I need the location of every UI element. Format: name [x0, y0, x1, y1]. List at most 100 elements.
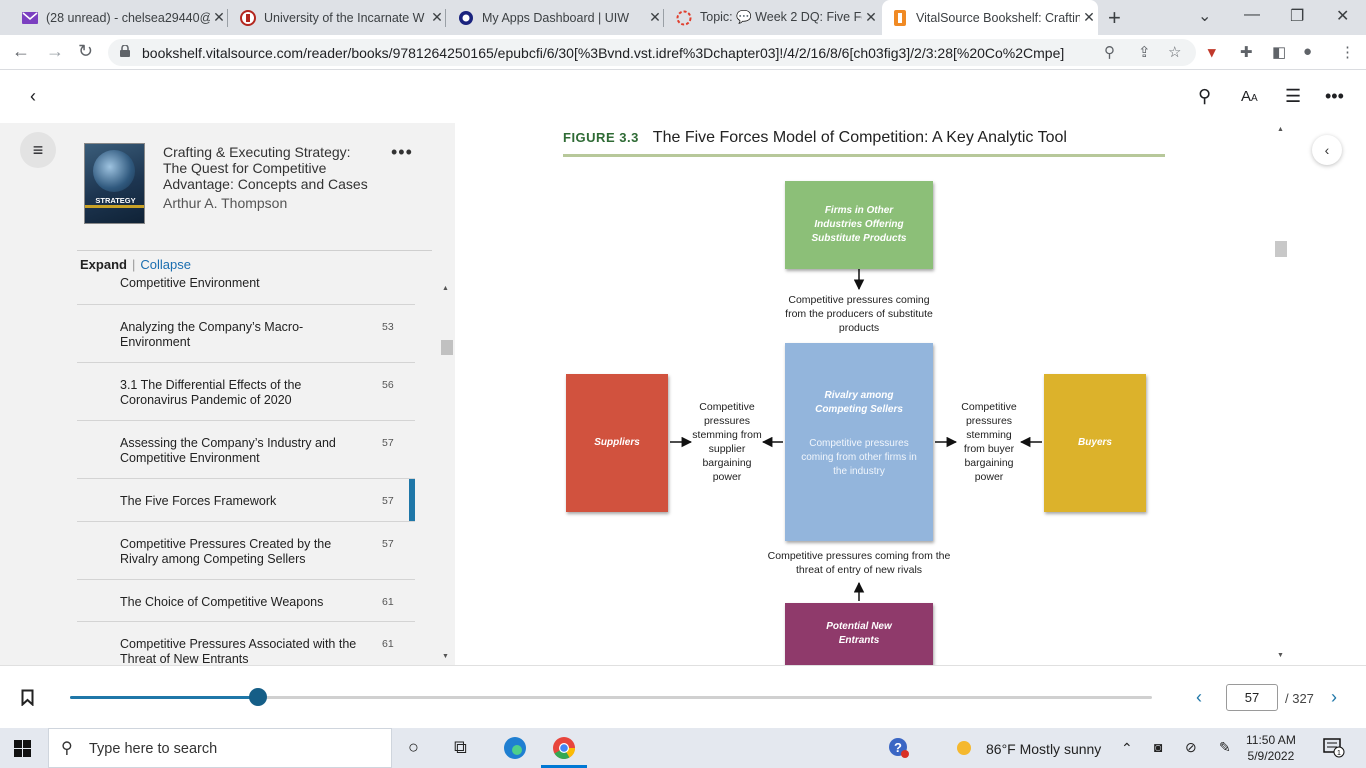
- toc-scrollbar[interactable]: ▲ ▼: [440, 283, 454, 665]
- toc-item[interactable]: 3.1 The Differential Effects of the Coro…: [77, 363, 415, 421]
- collapse-panel-button[interactable]: ‹: [1312, 135, 1342, 165]
- book-author: Arthur A. Thompson: [163, 195, 288, 211]
- svg-text:?: ?: [894, 740, 902, 755]
- scroll-up-icon[interactable]: ▲: [442, 285, 449, 292]
- book-more-icon[interactable]: •••: [391, 142, 413, 163]
- cortana-icon[interactable]: ○: [408, 737, 419, 758]
- help-icon[interactable]: ?: [888, 737, 910, 764]
- camera-icon[interactable]: ◙: [1154, 739, 1162, 755]
- chrome-icon[interactable]: [552, 736, 576, 765]
- vitalsource-icon: [892, 9, 908, 26]
- lock-icon: [120, 45, 130, 57]
- minimize-button[interactable]: —: [1244, 6, 1260, 24]
- buyer-pressure-label: Competitive pressures stemming from buye…: [961, 401, 1017, 483]
- toc-item[interactable]: Analyzing the Company’s Macro-Environmen…: [77, 305, 415, 363]
- uiw-icon: [240, 9, 256, 26]
- scroll-thumb[interactable]: [441, 340, 453, 355]
- windows-start-icon[interactable]: [14, 740, 31, 757]
- book-title: Crafting & Executing Strategy: The Quest…: [163, 144, 368, 192]
- menu-icon[interactable]: ≡: [20, 132, 56, 168]
- tab-vitalsource[interactable]: VitalSource Bookshelf: Craftin ✕: [882, 0, 1098, 35]
- clock[interactable]: 11:50 AM 5/9/2022: [1246, 732, 1296, 764]
- toc-item[interactable]: Assessing the Company’s Industry and Com…: [77, 421, 415, 479]
- page-number-input[interactable]: 57: [1226, 684, 1278, 711]
- toc-item[interactable]: The Choice of Competitive Weapons 61: [77, 580, 415, 622]
- reload-icon[interactable]: ↻: [78, 41, 93, 62]
- text-size-icon[interactable]: AA: [1241, 88, 1258, 105]
- extension-icon[interactable]: ▾: [1208, 43, 1216, 61]
- tab-gmail[interactable]: (28 unread) - chelsea29440@ ✕: [12, 0, 228, 35]
- toc-item[interactable]: Competitive Pressures Created by the Riv…: [77, 522, 415, 580]
- previous-page-icon[interactable]: ‹: [1196, 687, 1202, 708]
- back-icon[interactable]: ←: [12, 41, 30, 62]
- suppliers-box: Suppliers: [566, 374, 668, 512]
- globe-image: [93, 150, 135, 192]
- notifications-icon[interactable]: 1: [1323, 738, 1345, 763]
- collapse-button[interactable]: Collapse: [140, 257, 191, 272]
- divider: [77, 250, 432, 251]
- close-tab-icon[interactable]: ✕: [210, 9, 228, 26]
- scroll-up-icon[interactable]: ▲: [1277, 126, 1284, 133]
- close-tab-icon[interactable]: ✕: [1080, 9, 1098, 26]
- close-tab-icon[interactable]: ✕: [428, 9, 446, 26]
- chevron-up-icon[interactable]: ⌃: [1121, 740, 1133, 757]
- forward-icon[interactable]: →: [46, 41, 64, 62]
- tab-canvas-topic[interactable]: Topic: 💬 Week 2 DQ: Five Fo ✕: [666, 0, 880, 35]
- contents-sidebar: ≡ STRATEGY Crafting & Executing Strategy…: [0, 123, 455, 665]
- zoom-icon[interactable]: ⚲: [1104, 43, 1115, 61]
- search-icon[interactable]: ⚲: [1198, 86, 1211, 107]
- share-icon[interactable]: ⇪: [1138, 43, 1151, 61]
- progress-knob[interactable]: [249, 688, 268, 706]
- weather-text[interactable]: 86°F Mostly sunny: [986, 741, 1101, 757]
- windows-taskbar: ⚲ Type here to search ○ ⧉ ? 86°F Mostly …: [0, 728, 1366, 768]
- substitutes-pressure-label: Competitive pressures coming from the pr…: [785, 294, 933, 334]
- toc-item[interactable]: Competitive Environment: [77, 273, 415, 305]
- profile-icon[interactable]: ●: [1303, 43, 1312, 60]
- entrants-pressure-label: Competitive pressures coming from the th…: [767, 550, 951, 576]
- book-content: FIGURE 3.3 The Five Forces Model of Compe…: [455, 123, 1273, 665]
- close-window-button[interactable]: ✕: [1336, 6, 1349, 26]
- next-page-icon[interactable]: ›: [1331, 687, 1337, 708]
- task-view-icon[interactable]: ⧉: [454, 737, 467, 758]
- expand-collapse: Expand | Collapse: [80, 257, 191, 272]
- toc-item-active[interactable]: The Five Forces Framework 57: [77, 479, 415, 522]
- edge-icon[interactable]: [503, 736, 527, 765]
- entrants-box: Potential New Entrants: [785, 603, 933, 665]
- rivalry-box: Rivalry among Competing Sellers Competit…: [785, 343, 933, 541]
- star-icon[interactable]: ☆: [1168, 43, 1181, 61]
- active-indicator: [409, 479, 415, 521]
- tab-search-icon[interactable]: ⌄: [1198, 6, 1211, 26]
- side-panel-icon[interactable]: ◧: [1272, 43, 1286, 61]
- reader-back-icon[interactable]: ‹: [30, 86, 36, 107]
- toc-item[interactable]: Competitive Pressures Associated with th…: [77, 622, 415, 665]
- close-tab-icon[interactable]: ✕: [862, 9, 880, 26]
- network-icon[interactable]: ⊘: [1185, 739, 1197, 756]
- reader-bottom-bar: ‹ 57 / 327 ›: [0, 665, 1366, 728]
- browser-menu-icon[interactable]: ⋮: [1340, 43, 1355, 61]
- tab-uiw[interactable]: University of the Incarnate W ✕: [230, 0, 446, 35]
- puzzle-icon[interactable]: ✚: [1240, 43, 1253, 61]
- page-progress-slider[interactable]: [70, 688, 1152, 706]
- tab-my-apps[interactable]: My Apps Dashboard | UIW ✕: [448, 0, 664, 35]
- bookmark-icon[interactable]: [21, 689, 34, 706]
- close-tab-icon[interactable]: ✕: [646, 9, 664, 26]
- address-bar[interactable]: bookshelf.vitalsource.com/reader/books/9…: [108, 39, 1196, 66]
- book-cover: STRATEGY: [84, 143, 145, 224]
- expand-button[interactable]: Expand: [80, 257, 127, 272]
- taskbar-search[interactable]: ⚲ Type here to search: [48, 728, 392, 768]
- maximize-button[interactable]: ❐: [1290, 6, 1304, 26]
- reader-top-bar: ‹ ⚲ AA ☰ •••: [0, 71, 1366, 123]
- scroll-down-icon[interactable]: ▼: [442, 653, 449, 660]
- weather-sun-icon: [954, 738, 974, 763]
- total-pages: / 327: [1285, 691, 1314, 706]
- more-options-icon[interactable]: •••: [1325, 86, 1344, 107]
- new-tab-button[interactable]: +: [1108, 5, 1121, 31]
- browser-tab-strip: (28 unread) - chelsea29440@ ✕ University…: [0, 0, 1366, 35]
- pen-icon[interactable]: ✎: [1219, 739, 1231, 756]
- buyers-box: Buyers: [1044, 374, 1146, 512]
- notes-icon[interactable]: ☰: [1285, 86, 1301, 107]
- content-scrollbar[interactable]: ▲ ▼: [1273, 123, 1289, 665]
- scroll-down-icon[interactable]: ▼: [1277, 652, 1284, 659]
- scroll-thumb[interactable]: [1275, 241, 1287, 257]
- substitutes-box: Firms in Other Industries Offering Subst…: [785, 181, 933, 269]
